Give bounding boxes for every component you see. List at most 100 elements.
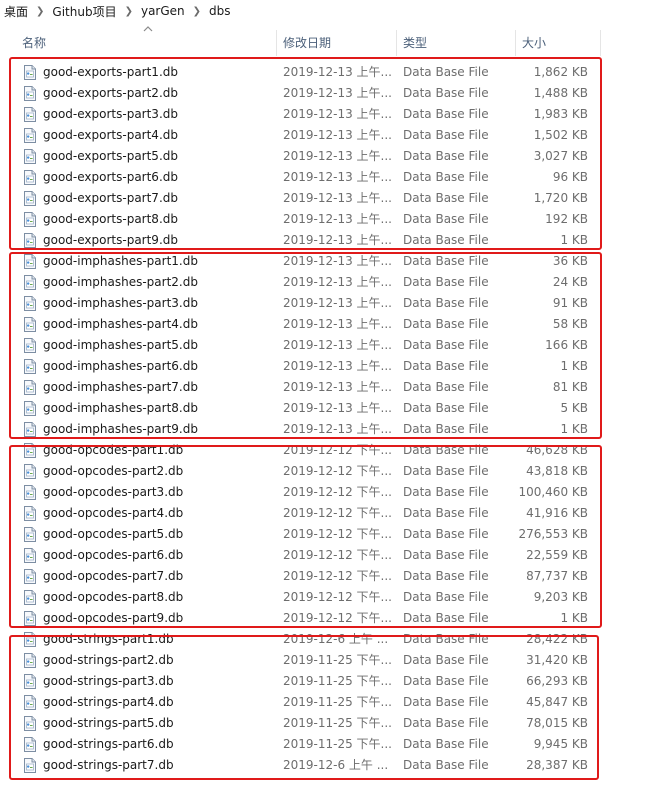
file-name: good-imphashes-part8.db: [43, 401, 198, 415]
file-row[interactable]: good-opcodes-part2.db 2019-12-12 下午... Dat…: [0, 461, 662, 482]
file-row[interactable]: good-exports-part9.db 2019-12-13 上午... Dat…: [0, 230, 662, 251]
file-row[interactable]: good-exports-part6.db 2019-12-13 上午... Dat…: [0, 167, 662, 188]
file-row[interactable]: good-exports-part4.db 2019-12-13 上午... Dat…: [0, 125, 662, 146]
chevron-right-icon: ❯: [36, 5, 45, 17]
file-row[interactable]: good-strings-part4.db 2019-11-25 下午... Dat…: [0, 692, 662, 713]
file-type: Data Base File: [403, 569, 489, 583]
file-row[interactable]: good-exports-part1.db 2019-12-13 上午... Dat…: [0, 62, 662, 83]
file-name: good-strings-part2.db: [43, 653, 174, 667]
file-type: Data Base File: [403, 86, 489, 100]
file-row[interactable]: good-strings-part5.db 2019-11-25 下午... Dat…: [0, 713, 662, 734]
file-row[interactable]: good-imphashes-part6.db 2019-12-13 上午... D…: [0, 356, 662, 377]
file-name: good-opcodes-part3.db: [43, 485, 184, 499]
file-row[interactable]: good-strings-part7.db 2019-12-6 上午 ... Dat…: [0, 755, 662, 776]
file-date: 2019-12-12 下午...: [283, 611, 392, 625]
db-file-icon: [23, 527, 37, 542]
file-name: good-imphashes-part7.db: [43, 380, 198, 394]
file-row[interactable]: good-imphashes-part4.db 2019-12-13 上午... D…: [0, 314, 662, 335]
column-header-size[interactable]: 大小: [522, 28, 546, 58]
file-row[interactable]: good-strings-part1.db 2019-12-6 上午 ... Dat…: [0, 629, 662, 650]
file-size: 91 KB: [552, 296, 588, 310]
file-name: good-opcodes-part4.db: [43, 506, 184, 520]
column-header-date[interactable]: 修改日期: [283, 28, 331, 58]
file-row[interactable]: good-exports-part5.db 2019-12-13 上午... Dat…: [0, 146, 662, 167]
file-type: Data Base File: [403, 191, 489, 205]
db-file-icon: [23, 212, 37, 227]
file-size: 1,862 KB: [533, 65, 588, 79]
file-row[interactable]: good-strings-part6.db 2019-11-25 下午... Dat…: [0, 734, 662, 755]
column-divider[interactable]: [276, 30, 277, 56]
column-header-name[interactable]: 名称: [22, 28, 46, 58]
file-type: Data Base File: [403, 632, 489, 646]
file-row[interactable]: good-opcodes-part9.db 2019-12-12 下午... Dat…: [0, 608, 662, 629]
file-date: 2019-12-13 上午...: [283, 380, 392, 394]
file-type: Data Base File: [403, 674, 489, 688]
file-type: Data Base File: [403, 275, 489, 289]
file-row[interactable]: good-exports-part8.db 2019-12-13 上午... Dat…: [0, 209, 662, 230]
file-date: 2019-12-13 上午...: [283, 422, 392, 436]
breadcrumb-dbs[interactable]: dbs: [209, 4, 231, 18]
file-date: 2019-12-13 上午...: [283, 275, 392, 289]
breadcrumb-desktop[interactable]: 桌面: [4, 3, 28, 20]
db-file-icon: [23, 716, 37, 731]
db-file-icon: [23, 65, 37, 80]
breadcrumb-github-projects[interactable]: Github项目: [52, 3, 116, 20]
file-row[interactable]: good-exports-part7.db 2019-12-13 上午... Dat…: [0, 188, 662, 209]
column-header-type[interactable]: 类型: [403, 28, 427, 58]
file-date: 2019-12-13 上午...: [283, 86, 392, 100]
file-row[interactable]: good-strings-part3.db 2019-11-25 下午... Dat…: [0, 671, 662, 692]
file-date: 2019-12-13 上午...: [283, 191, 392, 205]
db-file-icon: [23, 254, 37, 269]
file-row[interactable]: good-imphashes-part9.db 2019-12-13 上午... D…: [0, 419, 662, 440]
chevron-right-icon: ❯: [124, 5, 133, 17]
column-divider[interactable]: [396, 30, 397, 56]
column-divider[interactable]: [600, 30, 601, 56]
file-row[interactable]: good-strings-part2.db 2019-11-25 下午... Dat…: [0, 650, 662, 671]
file-row[interactable]: good-imphashes-part2.db 2019-12-13 上午... D…: [0, 272, 662, 293]
file-type: Data Base File: [403, 149, 489, 163]
file-size: 9,945 KB: [533, 737, 588, 751]
file-row[interactable]: good-opcodes-part8.db 2019-12-12 下午... Dat…: [0, 587, 662, 608]
column-divider[interactable]: [515, 30, 516, 56]
file-row[interactable]: good-opcodes-part1.db 2019-12-12 下午... Dat…: [0, 440, 662, 461]
file-row[interactable]: good-imphashes-part3.db 2019-12-13 上午... D…: [0, 293, 662, 314]
db-file-icon: [23, 653, 37, 668]
db-file-icon: [23, 275, 37, 290]
file-date: 2019-12-13 上午...: [283, 254, 392, 268]
file-size: 276,553 KB: [518, 527, 588, 541]
file-size: 45,847 KB: [526, 695, 588, 709]
file-size: 31,420 KB: [526, 653, 588, 667]
db-file-icon: [23, 611, 37, 626]
file-row[interactable]: good-opcodes-part4.db 2019-12-12 下午... Dat…: [0, 503, 662, 524]
file-date: 2019-11-25 下午...: [283, 695, 392, 709]
file-row[interactable]: good-imphashes-part1.db 2019-12-13 上午... D…: [0, 251, 662, 272]
file-date: 2019-12-13 上午...: [283, 128, 392, 142]
file-date: 2019-12-13 上午...: [283, 401, 392, 415]
file-row[interactable]: good-imphashes-part7.db 2019-12-13 上午... D…: [0, 377, 662, 398]
file-type: Data Base File: [403, 296, 489, 310]
breadcrumb-yargen[interactable]: yarGen: [141, 4, 185, 18]
db-file-icon: [23, 86, 37, 101]
file-row[interactable]: good-opcodes-part3.db 2019-12-12 下午... Dat…: [0, 482, 662, 503]
file-row[interactable]: good-imphashes-part5.db 2019-12-13 上午... D…: [0, 335, 662, 356]
file-row[interactable]: good-exports-part2.db 2019-12-13 上午... Dat…: [0, 83, 662, 104]
file-type: Data Base File: [403, 170, 489, 184]
file-row[interactable]: good-exports-part3.db 2019-12-13 上午... Dat…: [0, 104, 662, 125]
db-file-icon: [23, 107, 37, 122]
file-row[interactable]: good-opcodes-part5.db 2019-12-12 下午... Dat…: [0, 524, 662, 545]
db-file-icon: [23, 590, 37, 605]
file-size: 96 KB: [552, 170, 588, 184]
file-date: 2019-12-13 上午...: [283, 212, 392, 226]
file-type: Data Base File: [403, 548, 489, 562]
file-type: Data Base File: [403, 65, 489, 79]
file-date: 2019-12-12 下午...: [283, 548, 392, 562]
file-size: 46,628 KB: [526, 443, 588, 457]
file-row[interactable]: good-opcodes-part7.db 2019-12-12 下午... Dat…: [0, 566, 662, 587]
file-type: Data Base File: [403, 317, 489, 331]
file-row[interactable]: good-imphashes-part8.db 2019-12-13 上午... D…: [0, 398, 662, 419]
db-file-icon: [23, 464, 37, 479]
file-row[interactable]: good-opcodes-part6.db 2019-12-12 下午... Dat…: [0, 545, 662, 566]
file-size: 192 KB: [545, 212, 588, 226]
file-date: 2019-12-13 上午...: [283, 107, 392, 121]
file-name: good-opcodes-part7.db: [43, 569, 184, 583]
